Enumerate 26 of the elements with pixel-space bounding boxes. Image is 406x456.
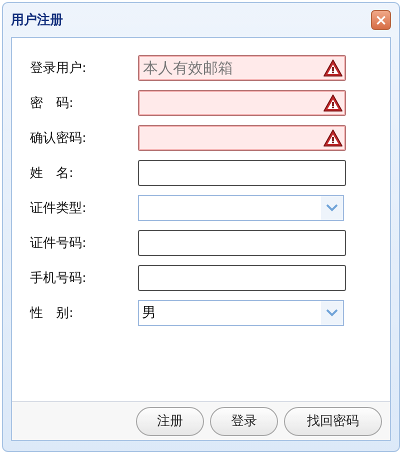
field-label: 确认密码: <box>30 130 88 146</box>
chevron-down-icon <box>326 204 338 212</box>
warning-icon <box>323 128 343 146</box>
action-button[interactable]: 注册 <box>136 406 204 436</box>
field-label: 手机号码: <box>30 270 88 286</box>
field-label: 证件类型: <box>30 200 88 216</box>
input-field[interactable] <box>138 264 346 290</box>
field-label: 密 码: <box>30 94 74 112</box>
input-field[interactable]: 本人有效邮箱 <box>138 54 346 80</box>
input-field[interactable] <box>138 90 346 116</box>
select-value: 男 <box>141 304 157 322</box>
input-field[interactable] <box>138 124 346 150</box>
window-title: 用户注册 <box>11 12 63 29</box>
warning-icon <box>323 94 343 112</box>
field-label: 姓 名: <box>30 164 74 182</box>
field-label: 登录用户: <box>30 60 88 76</box>
select-field[interactable]: 男 <box>138 300 344 326</box>
chevron-down-icon <box>326 308 338 316</box>
field-label: 性 别: <box>30 304 74 322</box>
action-button[interactable]: 找回密码 <box>284 406 382 436</box>
input-field[interactable] <box>138 230 346 256</box>
warning-icon <box>323 58 343 76</box>
action-button[interactable]: 登录 <box>210 406 278 436</box>
input-field[interactable] <box>138 160 346 186</box>
field-label: 证件号码: <box>30 234 88 252</box>
select-field[interactable] <box>138 194 344 220</box>
